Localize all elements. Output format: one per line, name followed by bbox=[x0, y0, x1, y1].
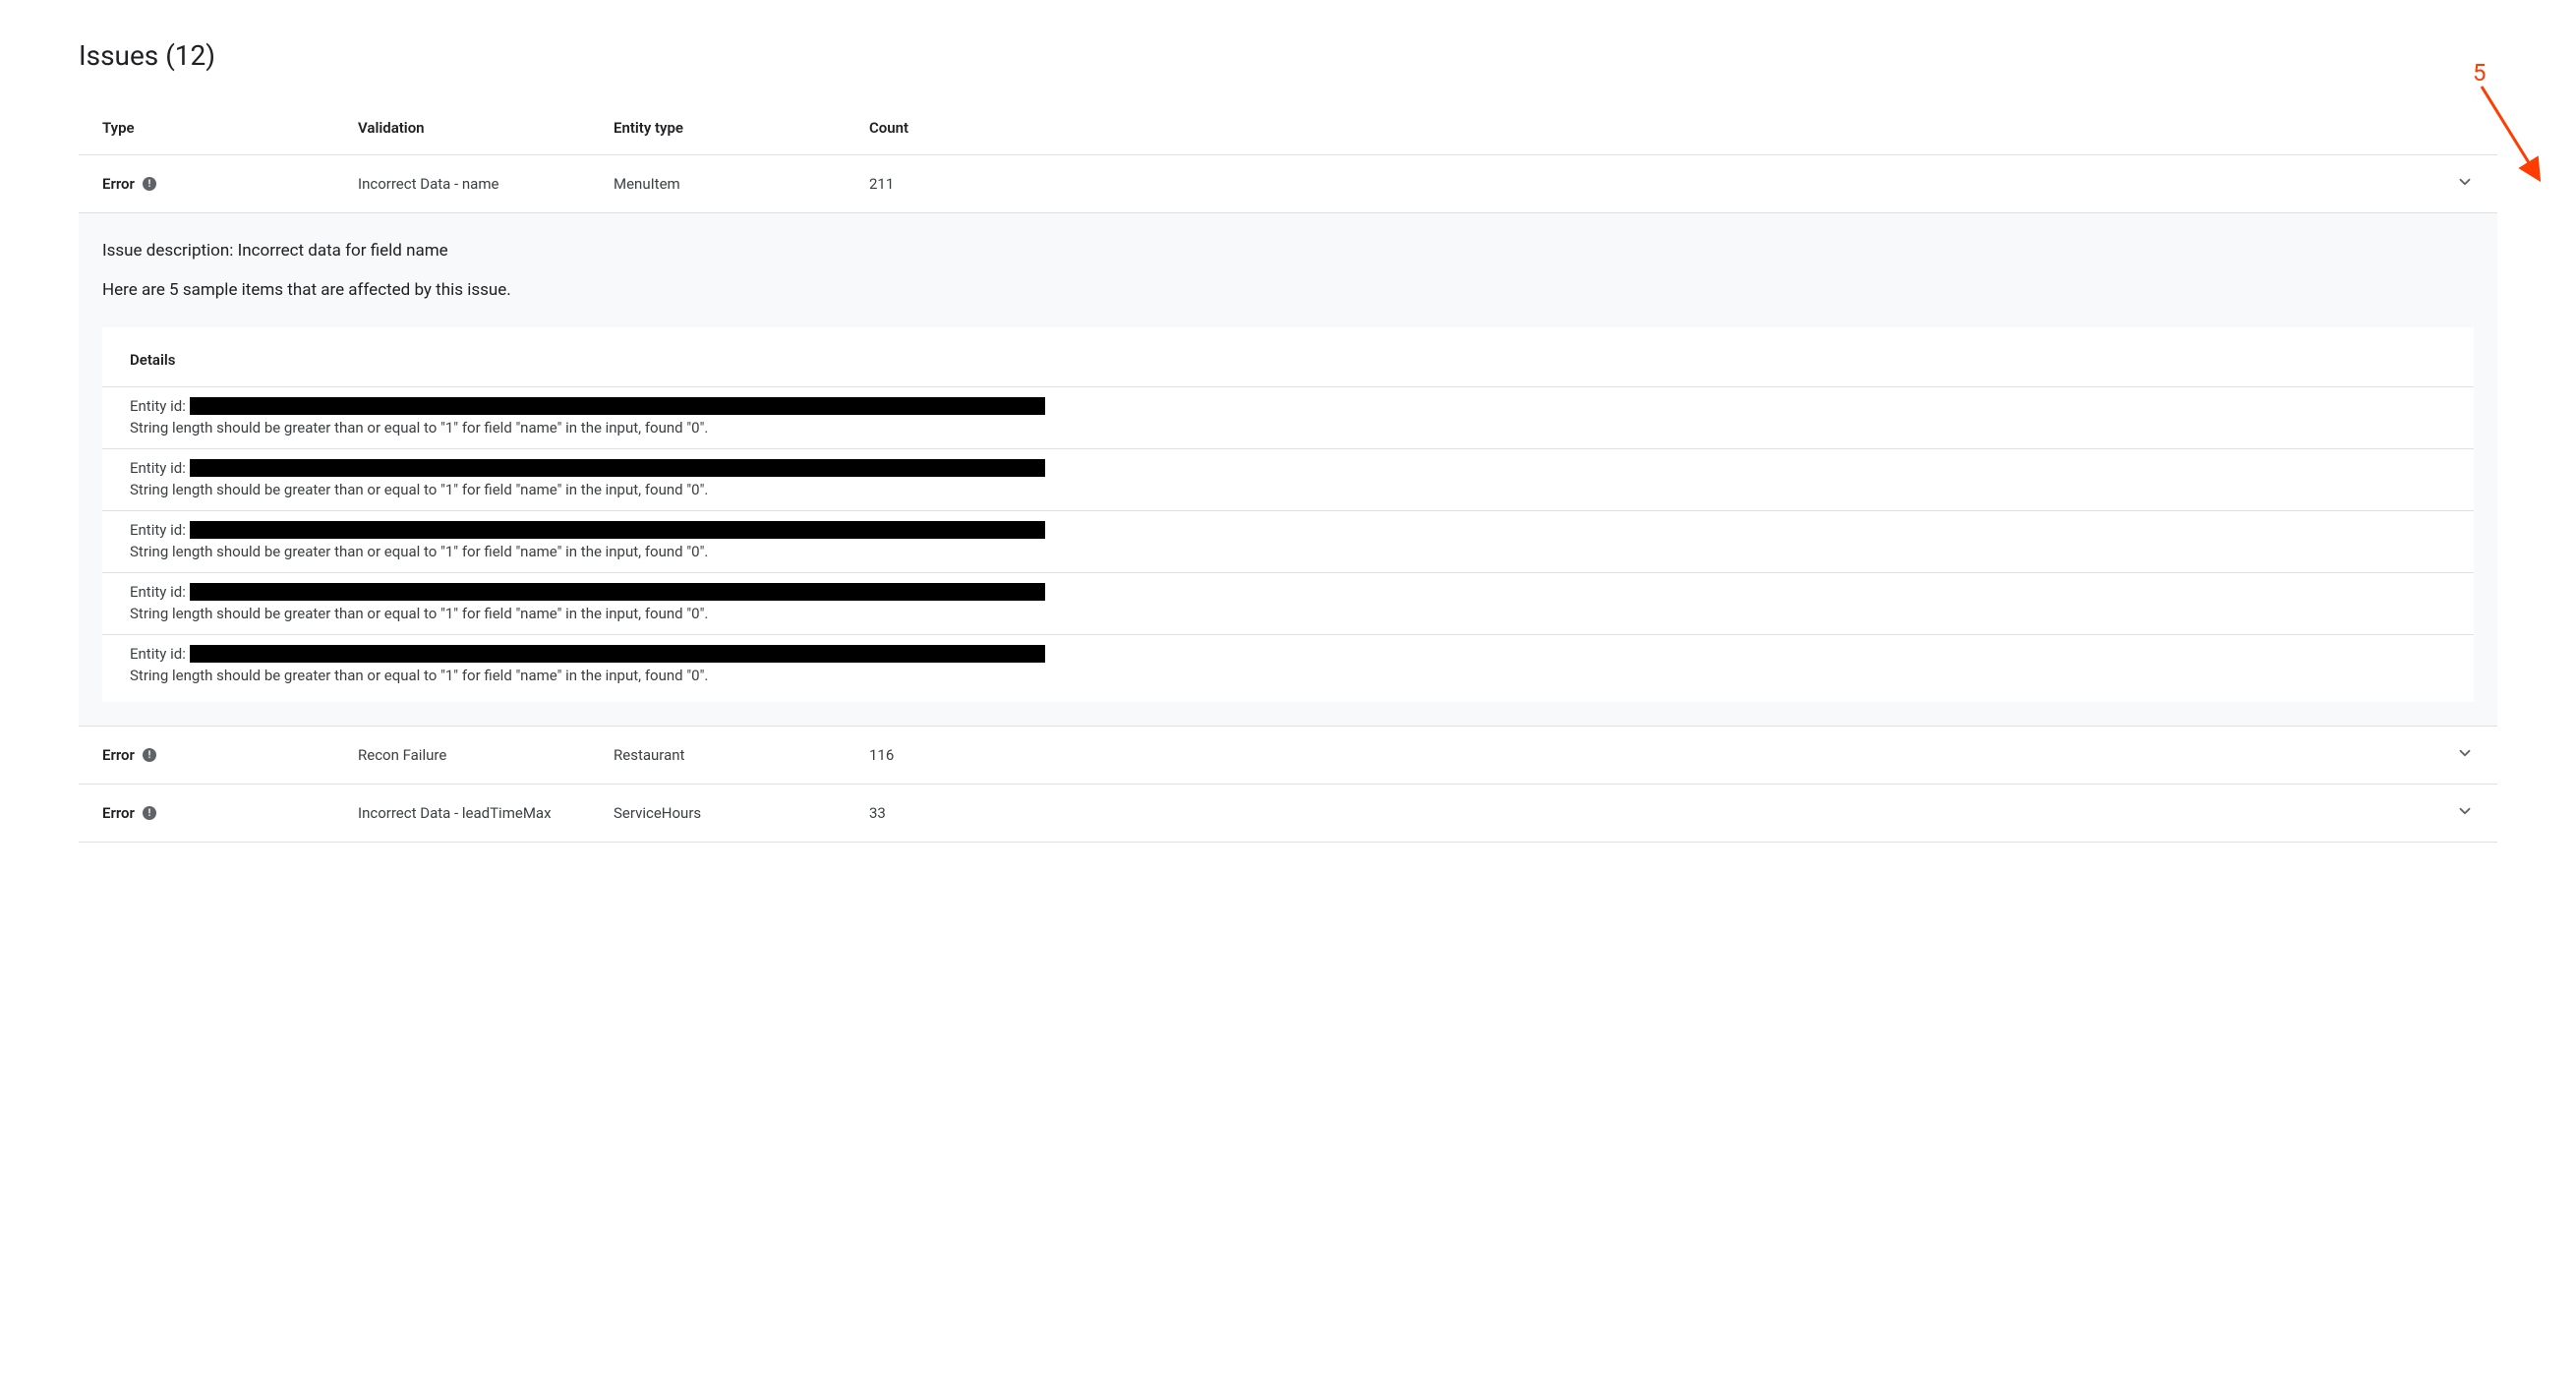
issue-row[interactable]: Error ! Incorrect Data - leadTimeMax Ser… bbox=[79, 785, 2497, 843]
type-label: Error bbox=[102, 175, 135, 193]
type-cell: Error ! bbox=[102, 746, 358, 764]
issue-row[interactable]: Error ! Recon Failure Restaurant 116 bbox=[79, 727, 2497, 785]
redacted-entity-id bbox=[190, 645, 1045, 663]
details-title: Details bbox=[102, 351, 2474, 386]
detail-row: Entity id: String length should be great… bbox=[102, 386, 2474, 448]
count-cell: 211 bbox=[869, 175, 1125, 193]
col-count: Count bbox=[869, 119, 1125, 137]
type-label: Error bbox=[102, 804, 135, 822]
sample-line: Here are 5 sample items that are affecte… bbox=[102, 280, 2474, 300]
error-icon: ! bbox=[143, 177, 156, 191]
error-icon: ! bbox=[143, 806, 156, 820]
redacted-entity-id bbox=[190, 521, 1045, 539]
detail-message: String length should be greater than or … bbox=[130, 605, 2446, 622]
count-cell: 33 bbox=[869, 804, 1125, 822]
entity-type-cell: Restaurant bbox=[614, 746, 869, 764]
entity-id-label: Entity id: bbox=[130, 645, 186, 663]
redacted-entity-id bbox=[190, 459, 1045, 477]
redacted-entity-id bbox=[190, 583, 1045, 601]
entity-id-label: Entity id: bbox=[130, 583, 186, 601]
type-cell: Error ! bbox=[102, 175, 358, 193]
error-icon: ! bbox=[143, 748, 156, 762]
entity-type-cell: ServiceHours bbox=[614, 804, 869, 822]
col-type: Type bbox=[102, 119, 358, 137]
chevron-down-icon[interactable] bbox=[2456, 802, 2474, 820]
chevron-down-icon[interactable] bbox=[2456, 173, 2474, 191]
redacted-entity-id bbox=[190, 397, 1045, 415]
issue-row[interactable]: Error ! Incorrect Data - name MenuItem 2… bbox=[79, 155, 2497, 213]
detail-row: Entity id: String length should be great… bbox=[102, 634, 2474, 702]
detail-message: String length should be greater than or … bbox=[130, 667, 2446, 684]
page-title: Issues (12) bbox=[79, 39, 2497, 72]
detail-row: Entity id: String length should be great… bbox=[102, 572, 2474, 634]
issue-description: Issue description: Incorrect data for fi… bbox=[102, 241, 2474, 261]
col-validation: Validation bbox=[358, 119, 614, 137]
validation-cell: Incorrect Data - leadTimeMax bbox=[358, 804, 614, 822]
type-cell: Error ! bbox=[102, 804, 358, 822]
detail-row: Entity id: String length should be great… bbox=[102, 448, 2474, 510]
entity-id-label: Entity id: bbox=[130, 459, 186, 477]
detail-message: String length should be greater than or … bbox=[130, 543, 2446, 560]
validation-cell: Incorrect Data - name bbox=[358, 175, 614, 193]
details-card: Details Entity id: String length should … bbox=[102, 327, 2474, 702]
validation-cell: Recon Failure bbox=[358, 746, 614, 764]
col-entity-type: Entity type bbox=[614, 119, 869, 137]
issue-expanded-panel: Issue description: Incorrect data for fi… bbox=[79, 213, 2497, 727]
table-header: Type Validation Entity type Count bbox=[79, 101, 2497, 155]
type-label: Error bbox=[102, 746, 135, 764]
entity-type-cell: MenuItem bbox=[614, 175, 869, 193]
count-cell: 116 bbox=[869, 746, 1125, 764]
entity-id-label: Entity id: bbox=[130, 397, 186, 415]
entity-id-label: Entity id: bbox=[130, 521, 186, 539]
detail-message: String length should be greater than or … bbox=[130, 481, 2446, 498]
detail-message: String length should be greater than or … bbox=[130, 419, 2446, 437]
chevron-down-icon[interactable] bbox=[2456, 744, 2474, 762]
detail-row: Entity id: String length should be great… bbox=[102, 510, 2474, 572]
